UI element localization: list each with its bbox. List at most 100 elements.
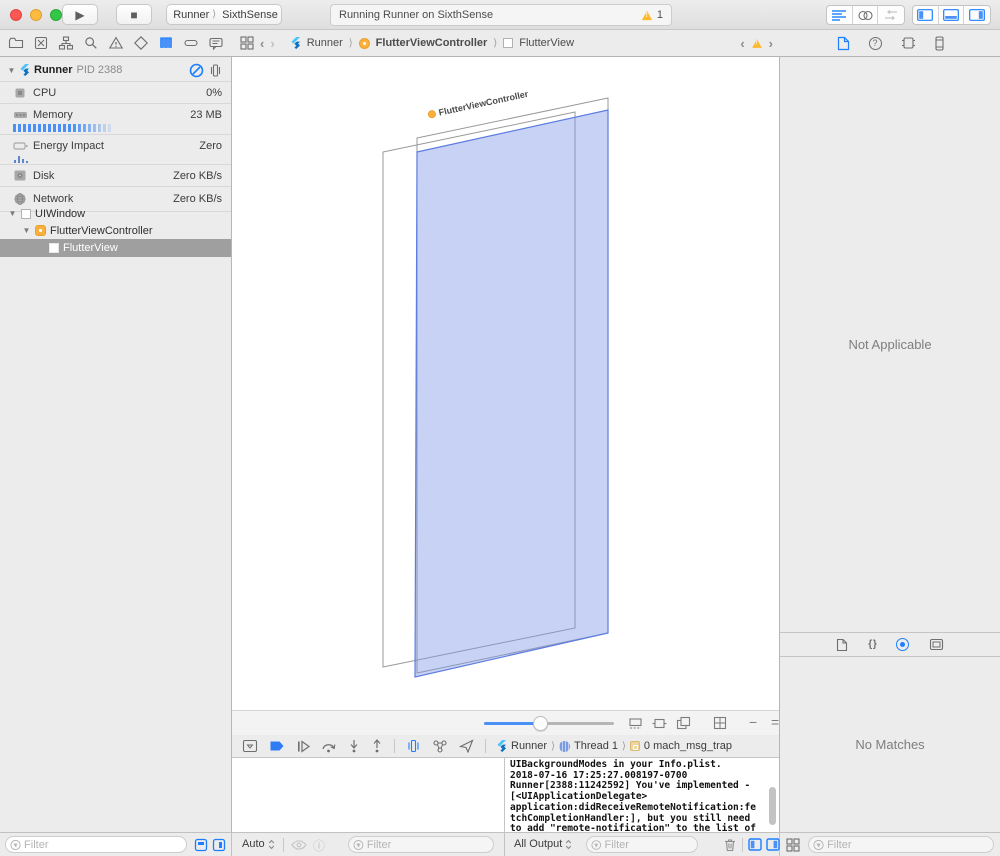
breakpoints-toggle-icon[interactable] [269, 740, 285, 752]
show-console-view-icon[interactable] [766, 838, 780, 851]
jumpbar-view[interactable]: FlutterView [519, 37, 574, 49]
step-out-icon[interactable] [371, 739, 383, 753]
scheme-project-label: Runner [173, 9, 209, 21]
zoom-out-button[interactable]: − [749, 714, 757, 730]
size-inspector-tab-icon[interactable] [935, 36, 944, 51]
process-row[interactable]: ▼ Runner PID 2388 [0, 60, 231, 80]
object-library-icon[interactable] [896, 638, 909, 651]
standard-editor-button[interactable] [827, 6, 853, 24]
step-over-icon[interactable] [321, 740, 337, 753]
crumb-process[interactable]: Runner [511, 740, 547, 752]
minimize-window-button[interactable] [30, 9, 42, 21]
gauge-row-memory[interactable]: Memory 23 MB [0, 104, 231, 125]
hide-debug-area-icon[interactable] [242, 739, 258, 753]
variables-scope-popup[interactable]: Auto [242, 838, 275, 850]
library-filter-field[interactable] [808, 836, 994, 853]
filter-views-icon[interactable] [194, 838, 208, 852]
stop-button[interactable]: ■ [116, 4, 152, 25]
file-template-library-icon[interactable] [836, 638, 848, 652]
symbol-navigator-tab-icon[interactable] [58, 35, 74, 51]
disclosure-icon[interactable]: ▼ [7, 66, 16, 75]
quick-help-inspector-tab-icon[interactable]: ? [869, 37, 882, 50]
disclosure-icon[interactable]: ▼ [8, 209, 17, 218]
continue-icon[interactable] [296, 740, 310, 753]
test-navigator-tab-icon[interactable] [133, 35, 149, 51]
spacing-slider-thumb[interactable] [533, 716, 548, 731]
report-navigator-tab-icon[interactable] [208, 35, 224, 51]
thread-icon [559, 741, 570, 752]
disclosure-icon[interactable]: ▼ [22, 226, 31, 235]
step-into-icon[interactable] [348, 739, 360, 753]
memory-graph-icon[interactable] [432, 739, 448, 753]
debug-navigator-tab-icon[interactable] [158, 35, 174, 51]
gauge-row-disk[interactable]: Disk Zero KB/s [0, 165, 231, 186]
jumpbar-project[interactable]: Runner [307, 37, 343, 49]
tree-row-flutterviewcontroller[interactable]: ▼ FlutterViewController [0, 222, 231, 239]
run-button[interactable]: ▶ [62, 4, 98, 25]
zoom-window-button[interactable] [50, 9, 62, 21]
forward-button[interactable]: › [270, 36, 274, 51]
navigator-filter-field[interactable] [5, 836, 187, 853]
assistant-editor-button[interactable] [853, 6, 879, 24]
clip-content-icon[interactable] [628, 717, 643, 730]
warning-icon[interactable] [642, 10, 652, 19]
project-navigator-tab-icon[interactable] [8, 35, 24, 51]
toggle-inspector-button[interactable] [964, 6, 990, 24]
gauge-row-cpu[interactable]: CPU 0% [0, 82, 231, 103]
variables-view[interactable] [232, 758, 504, 832]
console-scope-popup[interactable]: All Output [514, 838, 572, 850]
previous-issue-button[interactable]: ‹ [740, 36, 744, 51]
console-filter-input[interactable] [604, 839, 697, 851]
tree-row-flutterview[interactable]: FlutterView [0, 239, 231, 257]
media-library-icon[interactable] [929, 638, 944, 651]
scheme-selector[interactable]: Runner ⟩ SixthSense [166, 4, 282, 25]
variables-filter-input[interactable] [367, 839, 493, 851]
next-issue-button[interactable]: › [769, 36, 773, 51]
file-inspector-tab-icon[interactable] [837, 36, 850, 51]
grid-icon[interactable] [713, 716, 727, 730]
filter-highlighted-icon[interactable] [212, 838, 226, 852]
navigator-filter-input[interactable] [24, 839, 186, 851]
close-window-button[interactable] [10, 9, 22, 21]
code-snippet-library-icon[interactable]: { } [868, 639, 876, 650]
object-inspector-tab-icon[interactable] [901, 36, 916, 50]
console-scrollbar[interactable] [769, 787, 776, 825]
warning-count[interactable]: 1 [657, 9, 663, 21]
toggle-navigator-button[interactable] [913, 6, 939, 24]
trash-icon[interactable] [723, 837, 737, 852]
console-output[interactable]: UIBackgroundModes in your Info.plist. 20… [505, 758, 779, 832]
crumb-thread[interactable]: Thread 1 [574, 740, 618, 752]
quicklook-eye-icon[interactable] [291, 840, 307, 850]
show-variables-view-icon[interactable] [748, 838, 762, 851]
breakpoint-navigator-tab-icon[interactable] [183, 35, 199, 51]
inspector-tab-bar: ? [780, 30, 1000, 56]
play-icon: ▶ [75, 8, 84, 22]
library-filter-input[interactable] [827, 839, 993, 851]
find-navigator-tab-icon[interactable] [83, 35, 99, 51]
zoom-reset-button[interactable]: = [771, 714, 779, 730]
variables-filter-field[interactable] [348, 836, 494, 853]
simulate-location-icon[interactable] [459, 739, 474, 753]
warning-icon[interactable] [752, 39, 762, 48]
tree-row-uiwindow[interactable]: ▼ UIWindow [0, 205, 231, 222]
source-control-navigator-tab-icon[interactable] [33, 35, 49, 51]
version-editor-button[interactable] [878, 6, 904, 24]
info-icon[interactable]: ⓘ [313, 837, 325, 854]
library-view-mode-icon[interactable] [786, 838, 800, 852]
show-layers-icon[interactable] [676, 716, 691, 730]
issue-navigator-tab-icon[interactable] [108, 35, 124, 51]
view-debugger-icon[interactable] [208, 63, 223, 78]
console-filter-field[interactable] [586, 836, 698, 853]
process-pid: PID 2388 [77, 64, 123, 76]
related-items-icon[interactable] [240, 36, 254, 50]
crumb-frame[interactable]: 0 mach_msg_trap [644, 740, 732, 752]
jumpbar-controller[interactable]: FlutterViewController [376, 37, 488, 49]
filter-icon [591, 839, 601, 851]
toggle-debug-area-button[interactable] [939, 6, 965, 24]
debug-view-hierarchy-icon[interactable] [406, 739, 421, 753]
constraints-icon[interactable] [652, 717, 667, 730]
view-debugger-canvas[interactable]: FlutterViewController [232, 57, 779, 710]
gauge-row-energy[interactable]: Energy Impact Zero [0, 135, 231, 156]
back-button[interactable]: ‹ [260, 36, 264, 51]
pause-indicator-icon[interactable] [189, 63, 204, 78]
